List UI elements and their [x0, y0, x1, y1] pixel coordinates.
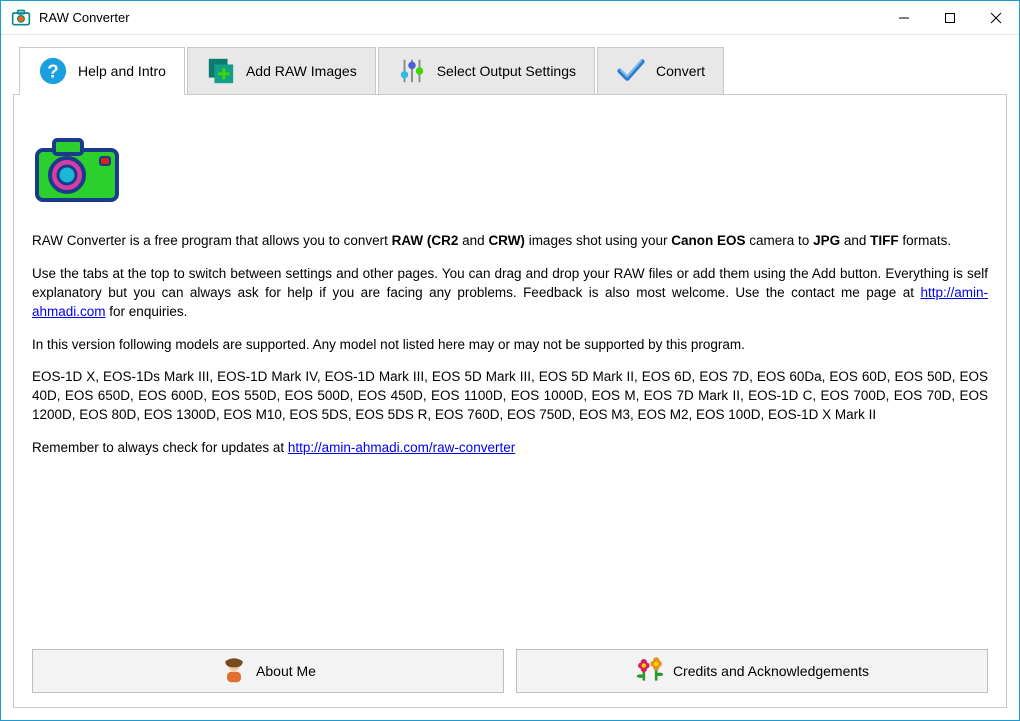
tab-label: Help and Intro — [78, 63, 166, 79]
intro-paragraph-2: Use the tabs at the top to switch betwee… — [32, 265, 988, 322]
tab-convert[interactable]: Convert — [597, 47, 724, 95]
flowers-icon — [635, 656, 665, 687]
tab-label: Convert — [656, 63, 705, 79]
window-title: RAW Converter — [39, 10, 881, 25]
about-me-button[interactable]: About Me — [32, 649, 504, 693]
check-icon — [616, 56, 646, 86]
tab-label: Select Output Settings — [437, 63, 576, 79]
intro-paragraph-1: RAW Converter is a free program that all… — [32, 232, 988, 251]
maximize-button[interactable] — [927, 1, 973, 34]
add-image-icon — [206, 56, 236, 86]
help-icon: ? — [38, 56, 68, 86]
credits-label: Credits and Acknowledgements — [673, 663, 869, 679]
intro-paragraph-5: Remember to always check for updates at … — [32, 439, 988, 458]
about-me-label: About Me — [256, 663, 316, 679]
updates-link[interactable]: http://amin-ahmadi.com/raw-converter — [288, 440, 515, 455]
intro-paragraph-3: In this version following models are sup… — [32, 336, 988, 355]
minimize-button[interactable] — [881, 1, 927, 34]
credits-button[interactable]: Credits and Acknowledgements — [516, 649, 988, 693]
settings-sliders-icon — [397, 56, 427, 86]
app-icon — [11, 8, 31, 28]
tab-label: Add RAW Images — [246, 63, 357, 79]
tab-select-output-settings[interactable]: Select Output Settings — [378, 47, 595, 95]
tab-panel-help-intro: RAW Converter is a free program that all… — [13, 94, 1007, 708]
intro-text: RAW Converter is a free program that all… — [32, 232, 988, 472]
svg-text:?: ? — [47, 61, 58, 82]
person-icon — [220, 656, 248, 687]
close-button[interactable] — [973, 1, 1019, 34]
tab-add-raw-images[interactable]: Add RAW Images — [187, 47, 376, 95]
window-controls — [881, 1, 1019, 34]
app-window: RAW Converter ? Help and Intr — [0, 0, 1020, 721]
client-area: ? Help and Intro Add RAW Images — [1, 35, 1019, 720]
tab-bar: ? Help and Intro Add RAW Images — [19, 47, 1007, 95]
supported-models-list: EOS-1D X, EOS-1Ds Mark III, EOS-1D Mark … — [32, 368, 988, 425]
bottom-button-bar: About Me Credits and Acknowledgeme — [32, 649, 988, 693]
camera-illustration-icon — [32, 135, 988, 208]
titlebar: RAW Converter — [1, 1, 1019, 35]
tab-help-intro[interactable]: ? Help and Intro — [19, 47, 185, 95]
